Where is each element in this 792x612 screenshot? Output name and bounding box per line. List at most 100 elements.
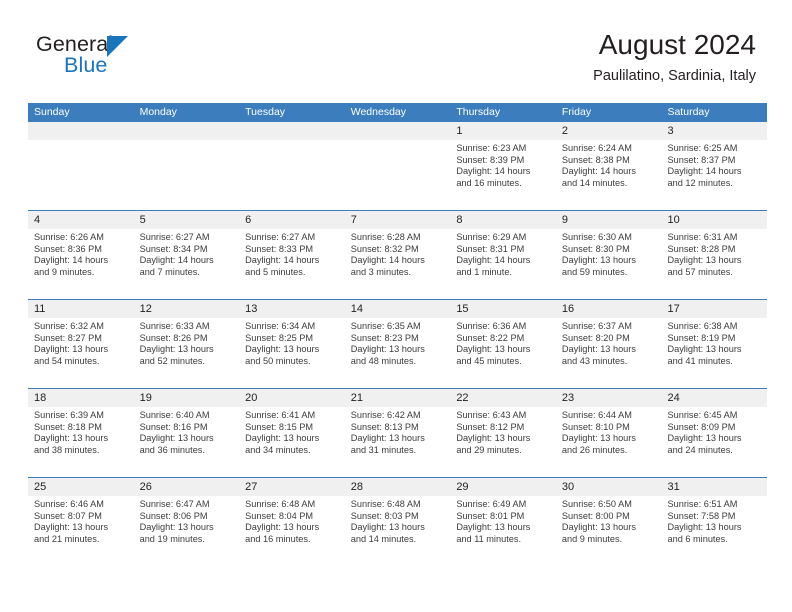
day-number[interactable]: 21 xyxy=(345,389,451,407)
day-cell[interactable]: Sunrise: 6:37 AM Sunset: 8:20 PM Daylight:… xyxy=(556,318,662,388)
calendar-week-row: 4 5 6 7 8 9 10 Sunrise: 6:26 AM Sunset: 8:36 PM D… xyxy=(28,210,767,299)
day-number[interactable]: 2 xyxy=(556,122,662,140)
sunset-text: Sunset: 8:20 PM xyxy=(561,332,630,343)
day-cell[interactable]: Sunrise: 6:43 AM Sunset: 8:12 PM Daylight:… xyxy=(450,407,556,477)
sunset-text: Sunset: 8:32 PM xyxy=(350,243,419,254)
day-cell[interactable]: Sunrise: 6:42 AM Sunset: 8:13 PM Daylight:… xyxy=(345,407,451,477)
day-number[interactable]: 26 xyxy=(134,478,240,496)
day-cell[interactable]: Sunrise: 6:31 AM Sunset: 8:28 PM Daylight:… xyxy=(661,229,767,299)
sunrise-text: Sunrise: 6:36 AM xyxy=(456,321,527,331)
day-number[interactable]: 30 xyxy=(556,478,662,496)
day-number[interactable]: 10 xyxy=(661,211,767,229)
weekday-header-wednesday: Wednesday xyxy=(350,106,406,118)
sunrise-text: Sunrise: 6:39 AM xyxy=(34,410,104,420)
day-cell[interactable]: Sunrise: 6:32 AM Sunset: 8:27 PM Daylight:… xyxy=(28,318,134,388)
sunrise-text: Sunrise: 6:42 AM xyxy=(350,410,421,420)
daylight-text-line2: and 31 minutes. xyxy=(350,444,417,455)
day-cell[interactable]: Sunrise: 6:40 AM Sunset: 8:16 PM Daylight:… xyxy=(134,407,240,477)
sunset-text: Sunset: 8:03 PM xyxy=(350,510,419,521)
daylight-text-line1: Daylight: 13 hours xyxy=(667,255,742,266)
logo-triangle-icon xyxy=(107,35,128,57)
day-number[interactable]: 7 xyxy=(345,211,451,229)
day-cell[interactable]: Sunrise: 6:36 AM Sunset: 8:22 PM Daylight:… xyxy=(450,318,556,388)
day-cell[interactable]: Sunrise: 6:25 AM Sunset: 8:37 PM Daylight:… xyxy=(661,140,767,210)
daylight-text-line1: Daylight: 13 hours xyxy=(456,344,531,355)
day-number[interactable]: 15 xyxy=(450,300,556,318)
sunset-text: Sunset: 8:30 PM xyxy=(561,243,630,254)
calendar-week-row: 11 12 13 14 15 16 17 Sunrise: 6:32 AM Sunset: 8:… xyxy=(28,299,767,388)
day-number[interactable]: 8 xyxy=(450,211,556,229)
day-cell[interactable]: Sunrise: 6:50 AM Sunset: 8:00 PM Daylight:… xyxy=(556,496,662,566)
day-number[interactable]: 13 xyxy=(239,300,345,318)
day-number[interactable]: 22 xyxy=(450,389,556,407)
day-number[interactable]: 11 xyxy=(28,300,134,318)
day-number[interactable]: 6 xyxy=(239,211,345,229)
day-cell[interactable]: Sunrise: 6:30 AM Sunset: 8:30 PM Daylight:… xyxy=(556,229,662,299)
day-number[interactable]: 12 xyxy=(134,300,240,318)
daylight-text-line2: and 12 minutes. xyxy=(667,177,733,188)
day-number[interactable]: 19 xyxy=(134,389,240,407)
daylight-text-line2: and 26 minutes. xyxy=(561,444,628,455)
logo-text-blue: Blue xyxy=(64,53,108,77)
daylight-text-line2: and 5 minutes. xyxy=(245,266,306,277)
day-cell[interactable]: Sunrise: 6:45 AM Sunset: 8:09 PM Daylight:… xyxy=(661,407,767,477)
page-subtitle: Paulilatino, Sardinia, Italy xyxy=(593,67,756,84)
day-number[interactable]: 1 xyxy=(450,122,556,140)
day-cell[interactable]: Sunrise: 6:39 AM Sunset: 8:18 PM Daylight:… xyxy=(28,407,134,477)
day-cell[interactable]: Sunrise: 6:48 AM Sunset: 8:03 PM Daylight:… xyxy=(345,496,451,566)
day-cell[interactable]: Sunrise: 6:27 AM Sunset: 8:34 PM Daylight:… xyxy=(134,229,240,299)
day-cell[interactable]: Sunrise: 6:51 AM Sunset: 7:58 PM Daylight:… xyxy=(661,496,767,566)
day-number[interactable]: 9 xyxy=(556,211,662,229)
day-cell[interactable]: Sunrise: 6:33 AM Sunset: 8:26 PM Daylight:… xyxy=(134,318,240,388)
day-number[interactable]: 29 xyxy=(450,478,556,496)
day-number[interactable]: 25 xyxy=(28,478,134,496)
day-cell[interactable]: Sunrise: 6:44 AM Sunset: 8:10 PM Daylight:… xyxy=(556,407,662,477)
weekday-header-sunday: Sunday xyxy=(34,106,70,118)
day-cell[interactable]: Sunrise: 6:48 AM Sunset: 8:04 PM Daylight:… xyxy=(239,496,345,566)
day-number[interactable]: 14 xyxy=(345,300,451,318)
day-cell[interactable]: Sunrise: 6:49 AM Sunset: 8:01 PM Daylight:… xyxy=(450,496,556,566)
sunset-text: Sunset: 8:01 PM xyxy=(456,510,525,521)
day-number[interactable]: 5 xyxy=(134,211,240,229)
day-cell[interactable]: Sunrise: 6:29 AM Sunset: 8:31 PM Daylight:… xyxy=(450,229,556,299)
daylight-text-line1: Daylight: 13 hours xyxy=(350,433,425,444)
day-cell[interactable]: Sunrise: 6:28 AM Sunset: 8:32 PM Daylight:… xyxy=(345,229,451,299)
day-number[interactable]: 16 xyxy=(556,300,662,318)
sunset-text: Sunset: 8:04 PM xyxy=(245,510,314,521)
sunrise-text: Sunrise: 6:28 AM xyxy=(350,232,421,242)
daylight-text-line2: and 43 minutes. xyxy=(561,355,628,366)
day-cell[interactable]: Sunrise: 6:35 AM Sunset: 8:23 PM Daylight:… xyxy=(345,318,451,388)
day-number[interactable]: 20 xyxy=(239,389,345,407)
sunset-text: Sunset: 7:58 PM xyxy=(667,510,736,521)
day-number-band: 11 12 13 14 15 16 17 xyxy=(28,300,767,318)
sunset-text: Sunset: 8:38 PM xyxy=(561,154,630,165)
sunrise-text: Sunrise: 6:32 AM xyxy=(34,321,104,331)
day-number[interactable]: 31 xyxy=(661,478,767,496)
day-cell[interactable]: Sunrise: 6:27 AM Sunset: 8:33 PM Daylight:… xyxy=(239,229,345,299)
day-cell[interactable]: Sunrise: 6:26 AM Sunset: 8:36 PM Daylight:… xyxy=(28,229,134,299)
day-cell[interactable]: Sunrise: 6:23 AM Sunset: 8:39 PM Daylight:… xyxy=(450,140,556,210)
day-number[interactable]: 18 xyxy=(28,389,134,407)
day-cell[interactable]: Sunrise: 6:47 AM Sunset: 8:06 PM Daylight:… xyxy=(134,496,240,566)
sunrise-text: Sunrise: 6:29 AM xyxy=(456,232,527,242)
daylight-text-line2: and 14 minutes. xyxy=(350,533,417,544)
day-number[interactable]: 4 xyxy=(28,211,134,229)
day-number[interactable]: 17 xyxy=(661,300,767,318)
weekday-header-monday: Monday xyxy=(139,106,177,118)
day-cell[interactable]: Sunrise: 6:34 AM Sunset: 8:25 PM Daylight:… xyxy=(239,318,345,388)
sunset-text: Sunset: 8:37 PM xyxy=(667,154,736,165)
day-cell[interactable]: Sunrise: 6:46 AM Sunset: 8:07 PM Daylight:… xyxy=(28,496,134,566)
sunrise-text: Sunrise: 6:51 AM xyxy=(667,499,738,509)
day-cell[interactable]: Sunrise: 6:24 AM Sunset: 8:38 PM Daylight:… xyxy=(556,140,662,210)
day-number[interactable]: 27 xyxy=(239,478,345,496)
day-cell[interactable]: Sunrise: 6:41 AM Sunset: 8:15 PM Daylight:… xyxy=(239,407,345,477)
daylight-text-line1: Daylight: 14 hours xyxy=(456,166,531,177)
daylight-text-line2: and 14 minutes. xyxy=(561,177,628,188)
day-number[interactable]: 23 xyxy=(556,389,662,407)
sunrise-text: Sunrise: 6:31 AM xyxy=(667,232,738,242)
day-number[interactable]: 28 xyxy=(345,478,451,496)
day-cell[interactable]: Sunrise: 6:38 AM Sunset: 8:19 PM Daylight:… xyxy=(661,318,767,388)
calendar-weeks: 1 2 3 Sunrise: 6:23 AM Sunset: 8:39 PM Daylig… xyxy=(28,122,767,566)
day-number[interactable]: 24 xyxy=(661,389,767,407)
day-number[interactable]: 3 xyxy=(661,122,767,140)
